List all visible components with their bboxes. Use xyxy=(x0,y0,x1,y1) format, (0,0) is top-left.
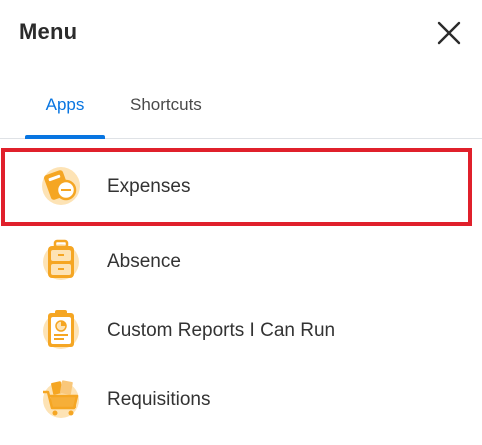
app-item-label: Requisitions xyxy=(107,389,211,410)
app-item-absence[interactable]: Absence xyxy=(3,225,470,299)
menu-panel: Menu Apps Shortcuts Expenses Absence Cus… xyxy=(0,0,482,445)
tab-shortcuts-label: Shortcuts xyxy=(130,95,202,114)
absence-icon xyxy=(43,239,79,280)
app-item-label: Expenses xyxy=(107,176,191,197)
app-item-requisitions[interactable]: Requisitions xyxy=(3,363,470,437)
tab-apps[interactable]: Apps xyxy=(25,86,105,139)
menu-header: Menu xyxy=(0,0,482,68)
app-item-label: Custom Reports I Can Run xyxy=(107,320,336,341)
app-item-custom-reports[interactable]: Custom Reports I Can Run xyxy=(3,294,470,368)
close-button[interactable] xyxy=(436,20,462,46)
custom-reports-icon xyxy=(43,310,79,349)
app-item-label: Absence xyxy=(107,251,181,272)
expenses-icon xyxy=(42,167,80,205)
close-icon xyxy=(437,21,461,45)
tab-bar: Apps Shortcuts xyxy=(0,86,482,139)
app-item-expenses[interactable]: Expenses xyxy=(1,148,472,226)
tab-shortcuts[interactable]: Shortcuts xyxy=(130,86,202,138)
active-tab-indicator xyxy=(25,135,105,139)
tab-apps-label: Apps xyxy=(45,95,85,114)
menu-title: Menu xyxy=(19,19,78,44)
requisitions-icon xyxy=(43,380,79,418)
